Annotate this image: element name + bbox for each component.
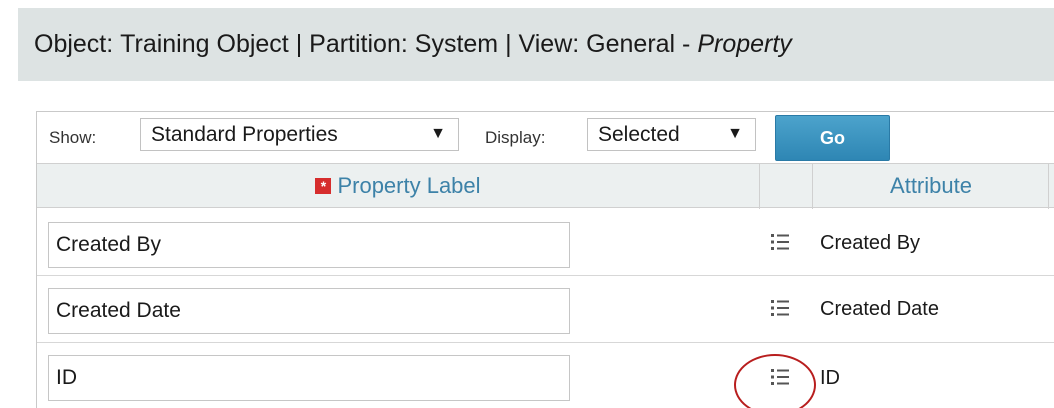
caret-down-icon: ▼ bbox=[727, 125, 743, 142]
view-label: View: bbox=[518, 30, 580, 58]
caret-down-icon: ▼ bbox=[430, 125, 446, 142]
view-name: General bbox=[586, 30, 676, 58]
table-header: * Property Label Attribute bbox=[37, 163, 1054, 208]
list-icon[interactable] bbox=[770, 367, 790, 387]
page-title-bar: Object: Training Object | Partition: Sys… bbox=[18, 8, 1054, 81]
go-button[interactable]: Go bbox=[775, 115, 890, 161]
object-label: Object: bbox=[34, 30, 114, 58]
show-select-value: Standard Properties bbox=[151, 122, 338, 146]
column-header-attribute[interactable]: Attribute bbox=[813, 164, 1049, 207]
display-select-value: Selected bbox=[598, 122, 680, 146]
property-label-field[interactable]: Created Date bbox=[48, 288, 570, 334]
table-row: ID ID bbox=[37, 343, 1054, 408]
attribute-cell: Created Date bbox=[820, 298, 939, 320]
partition-label: Partition: bbox=[309, 30, 408, 58]
property-label-field[interactable]: Created By bbox=[48, 222, 570, 268]
view-subtitle: Property bbox=[697, 30, 792, 58]
table-row: Created By Created By bbox=[37, 209, 1054, 276]
list-icon[interactable] bbox=[770, 298, 790, 318]
property-label-field[interactable]: ID bbox=[48, 355, 570, 401]
list-icon[interactable] bbox=[770, 232, 790, 252]
display-label: Display: bbox=[485, 128, 546, 147]
grid-toolbar: Show: Standard Properties ▼ Display: Sel… bbox=[37, 112, 1054, 163]
column-header-property-label[interactable]: * Property Label bbox=[37, 164, 759, 207]
attribute-cell: ID bbox=[820, 367, 840, 389]
show-label: Show: bbox=[49, 128, 97, 147]
properties-grid: Show: Standard Properties ▼ Display: Sel… bbox=[36, 111, 1054, 408]
show-select[interactable]: Standard Properties ▼ bbox=[140, 118, 459, 151]
display-select[interactable]: Selected ▼ bbox=[587, 118, 756, 151]
table-row: Created Date Created Date bbox=[37, 276, 1054, 343]
attribute-cell: Created By bbox=[820, 232, 921, 254]
object-name: Training Object bbox=[120, 30, 289, 58]
required-asterisk-icon: * bbox=[315, 177, 332, 194]
partition-name: System bbox=[414, 30, 499, 58]
